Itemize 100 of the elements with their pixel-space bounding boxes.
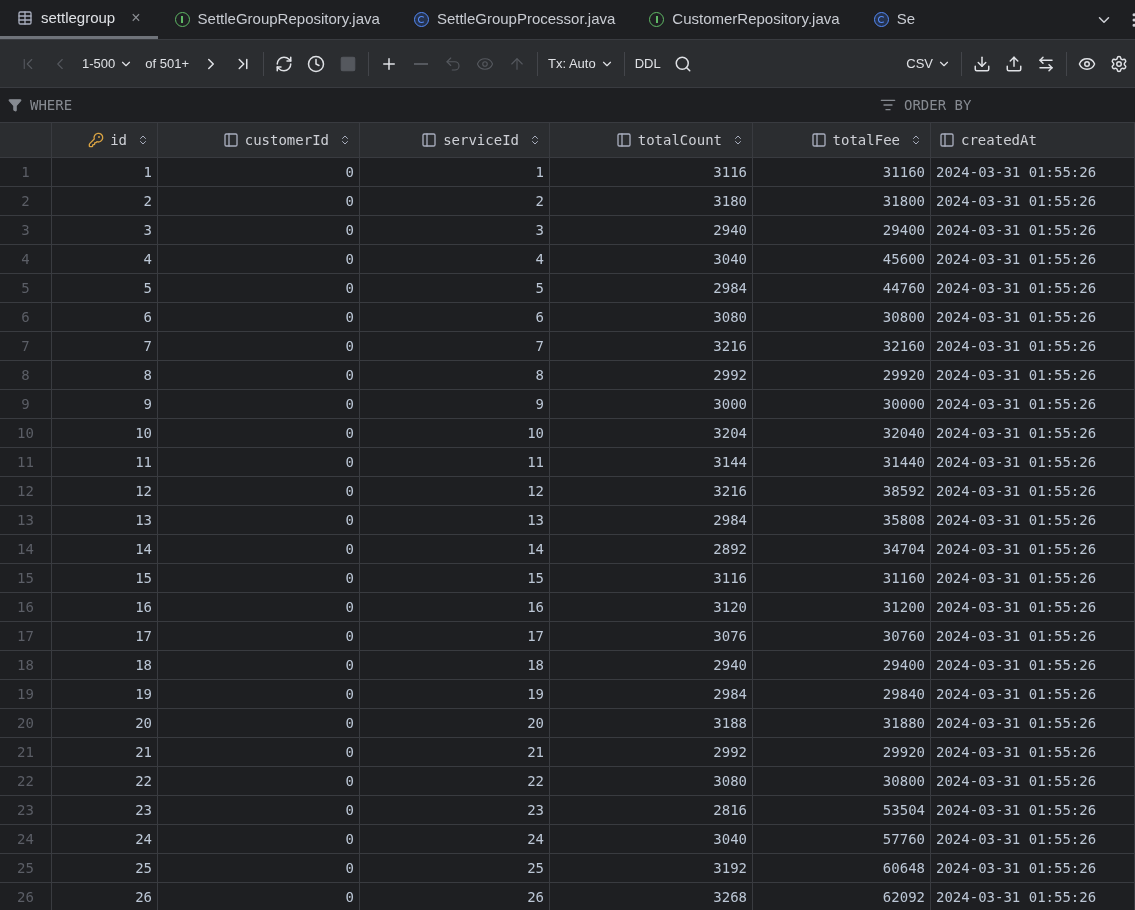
table-cell: 26 (52, 883, 158, 910)
table-cell: 2024-03-31 01:55:26 (931, 477, 1135, 505)
editor-tab[interactable]: SettleGroupProcessor.java (396, 0, 633, 39)
row-number: 20 (0, 709, 52, 737)
row-number: 6 (0, 303, 52, 331)
row-number: 21 (0, 738, 52, 766)
table-cell: 0 (158, 535, 360, 563)
table-cell: 0 (158, 187, 360, 215)
table-cell: 3180 (550, 187, 753, 215)
row-number: 2 (0, 187, 52, 215)
dropdown-button[interactable]: 1-500 (76, 49, 140, 78)
sort-icon[interactable] (880, 97, 896, 113)
table-cell: 17 (52, 622, 158, 650)
editor-tab[interactable]: Se (856, 0, 921, 39)
table-cell: 19 (52, 680, 158, 708)
table-cell: 2816 (550, 796, 753, 824)
row-number: 7 (0, 332, 52, 360)
sort-arrows-icon[interactable] (910, 134, 922, 146)
table-cell: 2 (52, 187, 158, 215)
order-by-field[interactable]: ORDER BY (904, 94, 972, 116)
table-cell: 16 (52, 593, 158, 621)
sort-arrows-icon[interactable] (137, 134, 149, 146)
table-cell: 26 (360, 883, 550, 910)
table-cell: 14 (52, 535, 158, 563)
column-header[interactable]: customerId (158, 123, 360, 157)
table-cell: 2024-03-31 01:55:26 (931, 361, 1135, 389)
column-header[interactable]: serviceId (360, 123, 550, 157)
table-cell: 32160 (753, 332, 931, 360)
table-cell: 2892 (550, 535, 753, 563)
sort-arrows-icon[interactable] (732, 134, 744, 146)
where-field[interactable]: WHERE (30, 94, 880, 116)
table-cell: 31800 (753, 187, 931, 215)
table-cell: 2024-03-31 01:55:26 (931, 419, 1135, 447)
column-header[interactable]: totalFee (753, 123, 931, 157)
table-cell: 32040 (753, 419, 931, 447)
table-cell: 2024-03-31 01:55:26 (931, 303, 1135, 331)
table-cell: 8 (360, 361, 550, 389)
table-cell: 0 (158, 390, 360, 418)
toolbar-label[interactable]: DDL (628, 53, 667, 74)
row-number: 26 (0, 883, 52, 910)
table-cell: 3 (360, 216, 550, 244)
table-cell: 2992 (550, 738, 753, 766)
row-number: 11 (0, 448, 52, 476)
table-cell: 22 (52, 767, 158, 795)
table-cell: 31880 (753, 709, 931, 737)
table-cell: 0 (158, 651, 360, 679)
table-cell: 15 (360, 564, 550, 592)
editor-tab[interactable]: CustomerRepository.java (632, 0, 857, 39)
table-cell: 0 (158, 709, 360, 737)
table-cell: 4 (360, 245, 550, 273)
table-cell: 0 (158, 303, 360, 331)
column-icon (939, 132, 955, 148)
table-cell: 0 (158, 274, 360, 302)
toolbar-label[interactable]: of 501+ (139, 53, 195, 74)
table-cell: 4 (52, 245, 158, 273)
editor-tab[interactable]: SettleGroupRepository.java (157, 0, 397, 39)
table-cell: 0 (158, 477, 360, 505)
table-cell: 2984 (550, 506, 753, 534)
row-number: 10 (0, 419, 52, 447)
table-cell: 2024-03-31 01:55:26 (931, 216, 1135, 244)
table-cell: 3 (52, 216, 158, 244)
table-cell: 0 (158, 796, 360, 824)
sort-arrows-icon[interactable] (339, 134, 351, 146)
row-number: 24 (0, 825, 52, 853)
column-header[interactable]: createdAt (931, 123, 1135, 157)
row-number: 16 (0, 593, 52, 621)
table-cell: 12 (360, 477, 550, 505)
table-cell: 19 (360, 680, 550, 708)
column-header[interactable]: id (52, 123, 158, 157)
column-icon (615, 132, 632, 148)
table-cell: 23 (52, 796, 158, 824)
table-cell: 21 (360, 738, 550, 766)
table-cell: 25 (360, 854, 550, 882)
row-number: 12 (0, 477, 52, 505)
table-cell: 53504 (753, 796, 931, 824)
table-cell: 3116 (550, 158, 753, 186)
table-cell: 60648 (753, 854, 931, 882)
row-number: 4 (0, 245, 52, 273)
class-icon (413, 12, 429, 27)
filter-icon[interactable] (8, 98, 22, 112)
close-button[interactable]: × (131, 6, 141, 30)
dropdown-button[interactable]: Tx: Auto (542, 49, 620, 78)
row-number: 9 (0, 390, 52, 418)
table-cell: 2992 (550, 361, 753, 389)
table-cell: 9 (52, 390, 158, 418)
table-cell: 11 (52, 448, 158, 476)
table-cell: 29400 (753, 216, 931, 244)
table-cell: 0 (158, 825, 360, 853)
table-cell: 2024-03-31 01:55:26 (931, 506, 1135, 534)
table-cell: 3188 (550, 709, 753, 737)
table-cell: 2024-03-31 01:55:26 (931, 158, 1135, 186)
table-cell: 2024-03-31 01:55:26 (931, 709, 1135, 737)
sort-arrows-icon[interactable] (529, 134, 541, 146)
table-cell: 0 (158, 622, 360, 650)
dropdown-button[interactable]: CSV (900, 49, 957, 78)
table-cell: 3120 (550, 593, 753, 621)
table-cell: 0 (158, 564, 360, 592)
column-header[interactable]: totalCount (550, 123, 753, 157)
table-cell: 2024-03-31 01:55:26 (931, 187, 1135, 215)
row-number: 13 (0, 506, 52, 534)
